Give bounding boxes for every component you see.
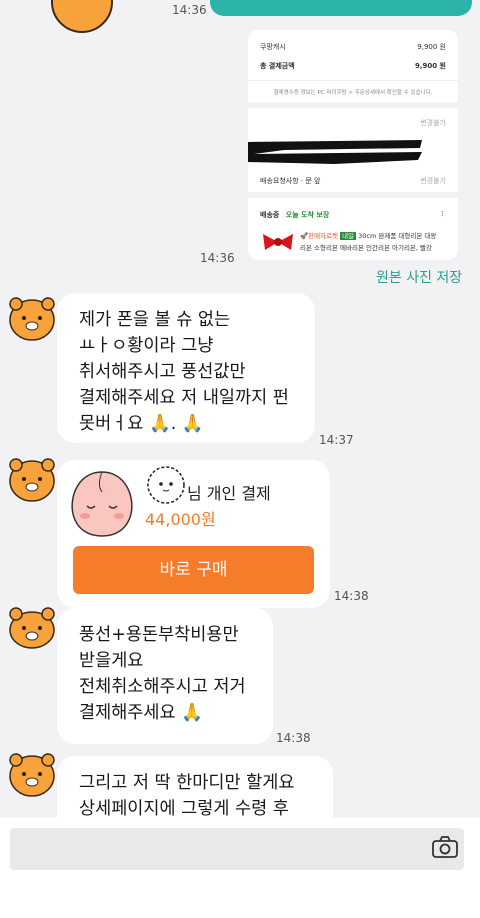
buy-now-button[interactable]: 바로 구매 <box>73 546 314 594</box>
received-message-bubble[interactable]: 제가 폰을 볼 슈 없는 ㅛㅏㅇ황이라 그냥 취서해주시고 풍선값만 결제해주세… <box>57 293 315 443</box>
product-image <box>260 230 296 258</box>
receipt-notice: 결제영수증 정보는 PC 마이쿠팡 > 주문상세에서 확인할 수 있습니다. <box>273 90 433 96</box>
photo-time: 14:36 <box>200 251 235 265</box>
camera-icon[interactable] <box>432 836 458 858</box>
total-payment-row: 총 결제금액 9,900 원 <box>260 62 446 70</box>
message-time: 14:37 <box>319 433 354 447</box>
payment-request-card[interactable]: 님 개인 결제 44,000원 바로 구매 <box>57 460 330 608</box>
ryan-avatar[interactable] <box>50 0 114 34</box>
message-input[interactable] <box>10 828 464 870</box>
delivery-request-row: 배송요청사항 · 문 앞 변경불가 <box>260 177 446 185</box>
profile-face-icon <box>146 465 186 505</box>
message-input-bar <box>0 818 480 918</box>
product-title: 🚀판매자로켓 내일 30cm 완제품 대형리본 대왕 <box>300 232 437 240</box>
payment-title: 님 개인 결제 <box>187 484 271 503</box>
message-time: 14:36 <box>172 3 207 17</box>
ryan-avatar[interactable] <box>6 453 58 505</box>
message-time: 14:38 <box>276 731 311 745</box>
ryan-avatar[interactable] <box>6 600 58 652</box>
payment-price: 44,000원 <box>145 510 216 529</box>
photo-attachment[interactable]: 쿠팡캐시 9,900 원 총 결제금액 9,900 원 결제영수증 정보는 PC 마… <box>248 30 458 260</box>
more-options-icon: ⋮ <box>439 210 446 218</box>
ryan-avatar[interactable] <box>6 748 58 800</box>
message-time: 14:38 <box>334 589 369 603</box>
coupang-cash-row: 쿠팡캐시 9,900 원 <box>260 43 446 51</box>
received-message-bubble[interactable]: 풍선+용돈부착비용만 받을게요 전체취소해주시고 저거 결제해주세요 🙏 <box>57 608 273 744</box>
save-original-photo-link[interactable]: 원본 사진 저장 <box>376 267 462 287</box>
sent-message-bubble[interactable] <box>210 0 472 16</box>
redacted-address-scribble <box>248 140 422 164</box>
product-title-line-2: 리본 소형리본 에바리본 인간리본 아기리본, 빨강 <box>300 244 432 252</box>
apeach-sticker <box>65 466 139 538</box>
shipping-status-row: 배송중 오늘 도착 보장 ⋮ <box>260 210 446 219</box>
ryan-avatar[interactable] <box>6 292 58 344</box>
